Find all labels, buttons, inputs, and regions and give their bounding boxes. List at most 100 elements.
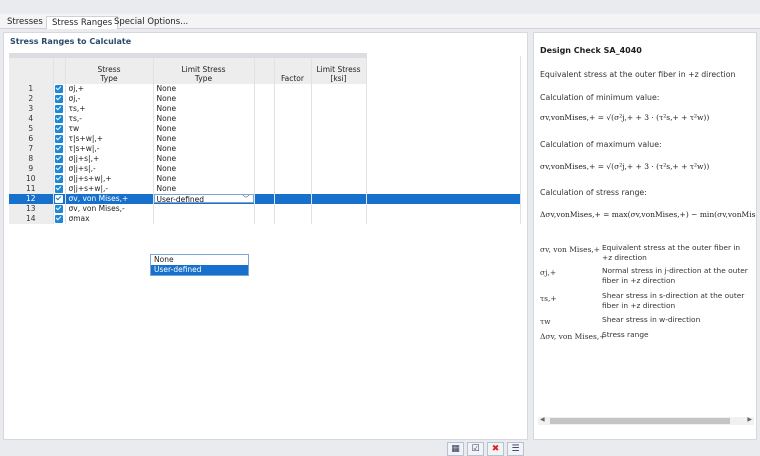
scroll-right-icon[interactable]: ▶: [747, 416, 752, 423]
row-checkbox[interactable]: [53, 113, 66, 124]
limit-stress-cell[interactable]: [311, 143, 367, 154]
limit-type-cell[interactable]: None: [153, 103, 255, 114]
filter-icon[interactable]: ☰: [507, 442, 524, 456]
uncheck-all-icon[interactable]: ✖: [487, 442, 504, 456]
limit-type-select[interactable]: User-defined ﹀: [153, 194, 253, 204]
limit-stress-cell[interactable]: [311, 103, 367, 114]
checkbox-checked-icon[interactable]: [55, 154, 63, 163]
row-checkbox[interactable]: [53, 83, 66, 94]
table-row[interactable]: 5 τw None: [9, 123, 521, 134]
checkbox-checked-icon[interactable]: [55, 214, 63, 223]
checkbox-checked-icon[interactable]: [55, 84, 63, 93]
table-row[interactable]: 1 σj,+ None: [9, 83, 521, 94]
limit-type-cell[interactable]: None: [153, 183, 255, 194]
factor-cell[interactable]: [274, 103, 312, 114]
factor-cell[interactable]: [274, 203, 312, 214]
limit-type-cell[interactable]: None: [153, 163, 255, 174]
limit-type-cell[interactable]: None: [153, 113, 255, 124]
factor-cell[interactable]: [274, 133, 312, 144]
limit-type-cell[interactable]: [153, 203, 255, 214]
scrollbar-thumb[interactable]: [550, 418, 730, 424]
limit-stress-cell[interactable]: [311, 113, 367, 124]
checkbox-checked-icon[interactable]: [55, 184, 63, 193]
limit-stress-cell[interactable]: [311, 163, 367, 174]
limit-type-cell[interactable]: [153, 213, 255, 224]
checkbox-checked-icon[interactable]: [55, 114, 63, 123]
table-row[interactable]: 11 σ|j+s+w|,- None: [9, 183, 521, 194]
checkbox-checked-icon[interactable]: [55, 124, 63, 133]
table-row[interactable]: 13 σv, von Mises,-: [9, 203, 521, 214]
table-row[interactable]: 10 σ|j+s+w|,+ None: [9, 173, 521, 184]
limit-type-cell[interactable]: None: [153, 153, 255, 164]
checkbox-checked-icon[interactable]: [55, 94, 63, 103]
row-checkbox[interactable]: [53, 213, 66, 224]
factor-cell[interactable]: [274, 153, 312, 164]
limit-type-cell[interactable]: User-defined ﹀: [153, 193, 255, 204]
factor-cell[interactable]: [274, 113, 312, 124]
tab-special-options[interactable]: Special Options...: [109, 16, 193, 29]
limit-stress-cell[interactable]: [311, 133, 367, 144]
limit-stress-cell[interactable]: [311, 203, 367, 214]
row-checkbox[interactable]: [53, 203, 66, 214]
table-row[interactable]: 12 σv, von Mises,+ User-defined ﹀: [9, 193, 521, 204]
limit-stress-cell[interactable]: [311, 173, 367, 184]
row-checkbox[interactable]: [53, 103, 66, 114]
checkbox-checked-icon[interactable]: [55, 204, 63, 213]
row-checkbox[interactable]: [53, 93, 66, 104]
limit-stress-cell[interactable]: [311, 123, 367, 134]
limit-type-cell[interactable]: None: [153, 93, 255, 104]
horizontal-scrollbar[interactable]: ◀ ▶: [538, 416, 754, 425]
limit-type-cell[interactable]: None: [153, 173, 255, 184]
factor-cell[interactable]: [274, 93, 312, 104]
dropdown-option-user-defined[interactable]: User-defined: [151, 265, 248, 275]
checkbox-checked-icon[interactable]: [55, 134, 63, 143]
checkbox-checked-icon[interactable]: [55, 104, 63, 113]
limit-type-cell[interactable]: None: [153, 143, 255, 154]
factor-cell[interactable]: [274, 163, 312, 174]
limit-type-cell[interactable]: None: [153, 123, 255, 134]
factor-cell[interactable]: [274, 123, 312, 134]
limit-stress-cell[interactable]: [311, 213, 367, 224]
scroll-left-icon[interactable]: ◀: [540, 416, 545, 423]
row-checkbox[interactable]: [53, 193, 66, 204]
factor-cell[interactable]: [274, 193, 312, 204]
limit-stress-cell[interactable]: [311, 193, 367, 204]
table-row[interactable]: 14 σmax: [9, 213, 521, 224]
table-row[interactable]: 8 σ|j+s|,+ None: [9, 153, 521, 164]
limit-type-cell[interactable]: None: [153, 83, 255, 94]
table-row[interactable]: 3 τs,+ None: [9, 103, 521, 114]
table-row[interactable]: 4 τs,- None: [9, 113, 521, 124]
factor-cell[interactable]: [274, 213, 312, 224]
tab-stress-ranges[interactable]: Stress Ranges: [46, 16, 119, 29]
limit-stress-cell[interactable]: [311, 183, 367, 194]
checkbox-checked-icon[interactable]: [55, 174, 63, 183]
limit-stress-cell[interactable]: [311, 93, 367, 104]
row-checkbox[interactable]: [53, 123, 66, 134]
row-checkbox[interactable]: [53, 153, 66, 164]
limit-type-cell[interactable]: None: [153, 133, 255, 144]
limit-stress-cell[interactable]: [311, 153, 367, 164]
table-row[interactable]: 6 τ|s+w|,+ None: [9, 133, 521, 144]
limit-stress-cell[interactable]: [311, 83, 367, 94]
table-row[interactable]: 7 τ|s+w|,- None: [9, 143, 521, 154]
table-row[interactable]: 9 σ|j+s|,- None: [9, 163, 521, 174]
checkbox-checked-icon[interactable]: [55, 144, 63, 153]
spacer-cell: [254, 123, 275, 134]
chevron-down-icon[interactable]: ﹀: [243, 195, 250, 204]
tab-stresses[interactable]: Stresses: [2, 16, 48, 29]
row-checkbox[interactable]: [53, 183, 66, 194]
table-row[interactable]: 2 σj,- None: [9, 93, 521, 104]
check-all-icon[interactable]: ☑: [467, 442, 484, 456]
factor-cell[interactable]: [274, 83, 312, 94]
factor-cell[interactable]: [274, 143, 312, 154]
checkbox-checked-icon[interactable]: [55, 164, 63, 173]
dropdown-option-none[interactable]: None: [151, 255, 248, 265]
row-checkbox[interactable]: [53, 143, 66, 154]
row-checkbox[interactable]: [53, 133, 66, 144]
row-checkbox[interactable]: [53, 173, 66, 184]
checkbox-checked-icon[interactable]: [55, 194, 63, 203]
factor-cell[interactable]: [274, 173, 312, 184]
row-checkbox[interactable]: [53, 163, 66, 174]
factor-cell[interactable]: [274, 183, 312, 194]
table-select-icon[interactable]: ▦: [447, 442, 464, 456]
